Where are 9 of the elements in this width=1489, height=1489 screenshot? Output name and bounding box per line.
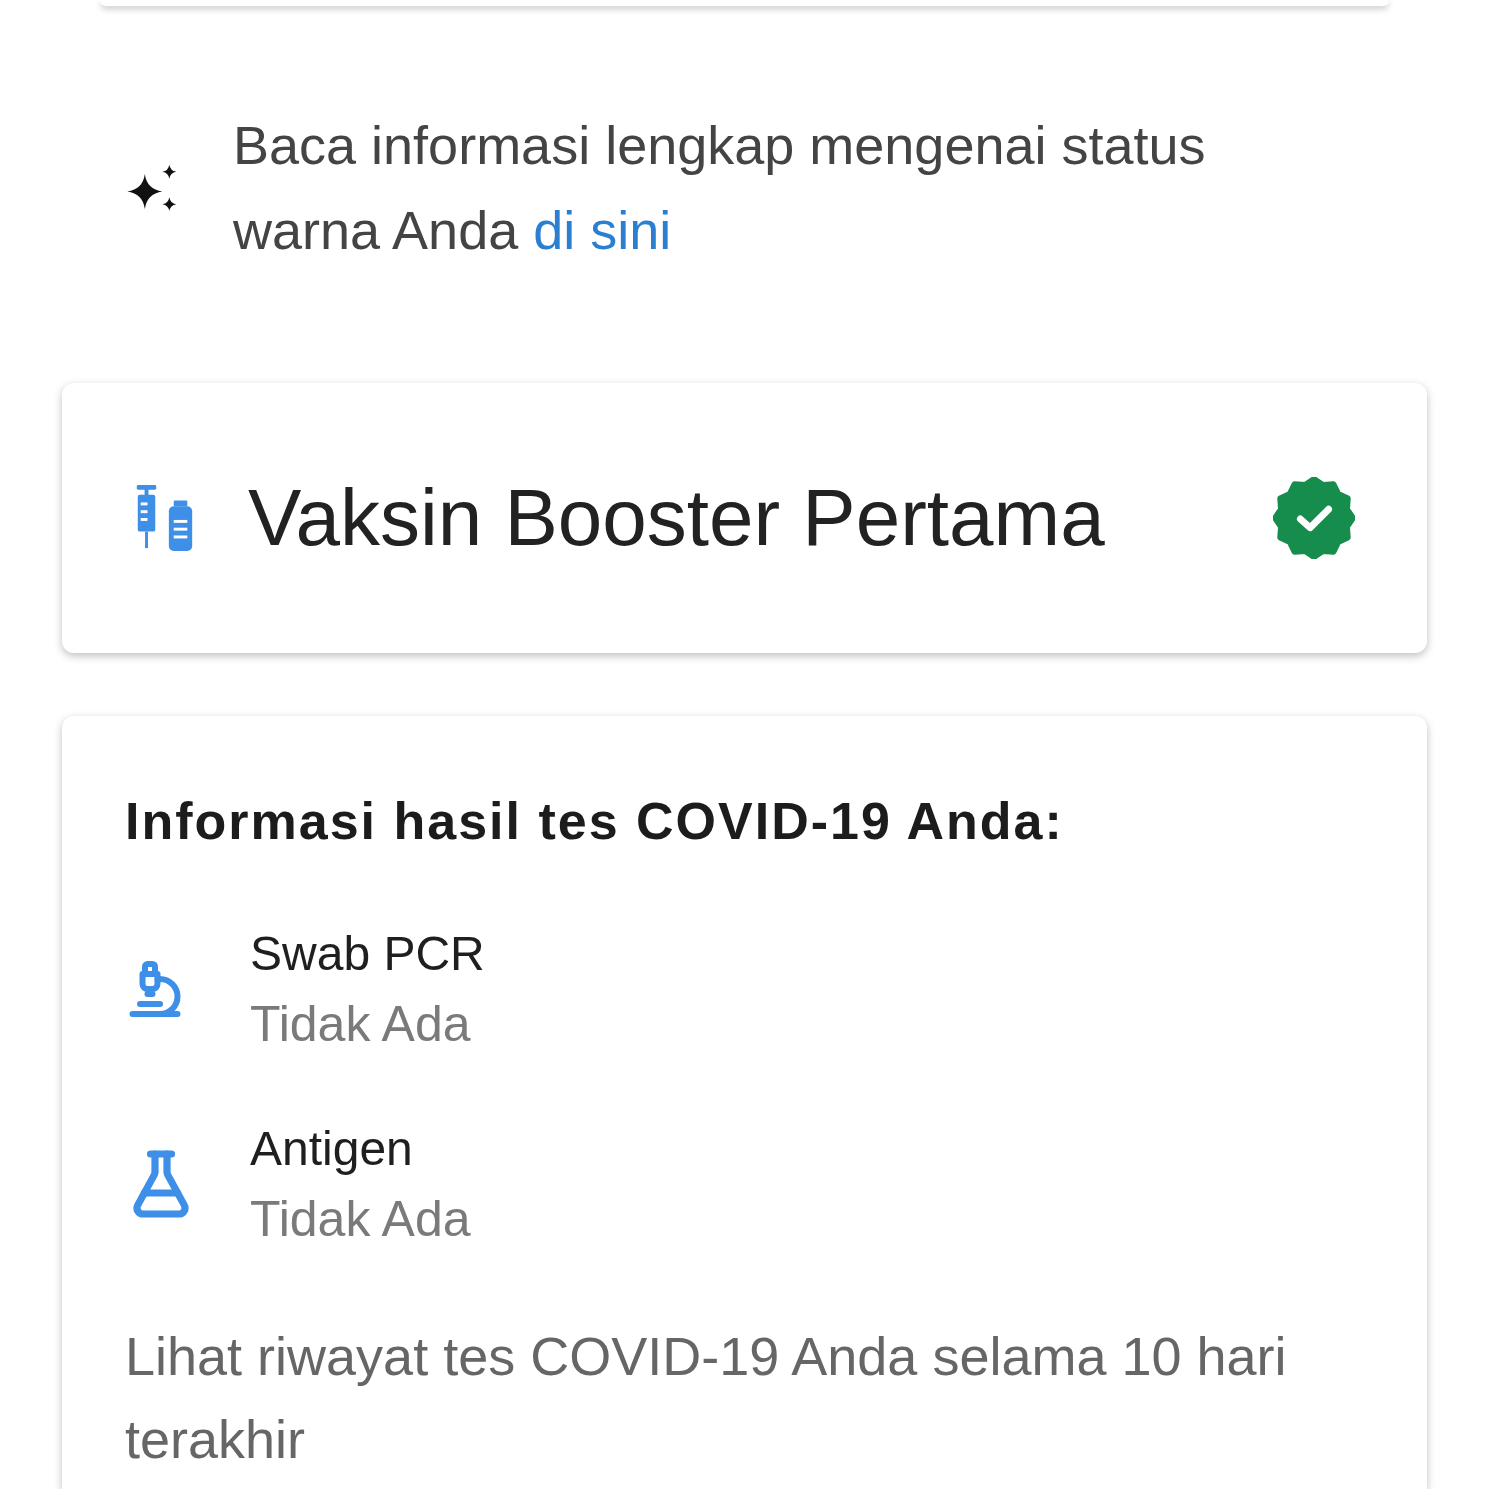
test-card-heading: Informasi hasil tes COVID-19 Anda: — [125, 791, 1065, 851]
test-name: Swab PCR — [250, 926, 485, 982]
vaccine-title: Vaksin Booster Pertama — [248, 472, 1105, 564]
test-result: Tidak Ada — [250, 1190, 471, 1249]
test-result: Tidak Ada — [250, 995, 472, 1054]
test-history-text: Lihat riwayat tes COVID-19 Anda selama 10 hari terakhir — [125, 1325, 1288, 1471]
test-name: Antigen — [250, 1121, 414, 1177]
info-text: Baca informasi lengkap mengenai status warna Anda di sini — [233, 114, 1207, 262]
info-link[interactable]: di sini — [533, 200, 672, 260]
